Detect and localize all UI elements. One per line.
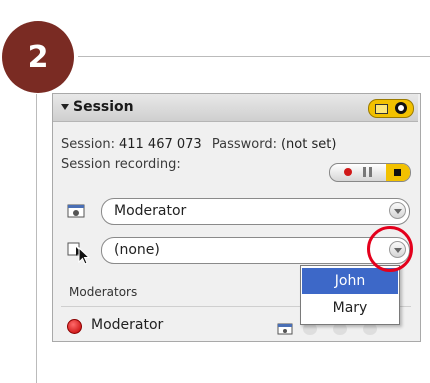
dropdown-item-john[interactable]: John: [302, 268, 398, 294]
recording-controls: [329, 163, 411, 182]
divider-line: [78, 56, 430, 57]
options-icon: [395, 102, 407, 114]
step-badge: 2: [2, 21, 74, 93]
stop-button[interactable]: [386, 164, 410, 181]
panel-title: Session: [73, 99, 134, 115]
pause-icon[interactable]: [363, 167, 372, 177]
password-label: Password:: [211, 137, 277, 152]
step-number: 2: [27, 39, 49, 75]
camera-icon: [67, 204, 85, 218]
red-dot-icon: [67, 319, 82, 334]
session-id: 411 467 073: [118, 137, 202, 152]
moderators-section-label: Moderators: [69, 285, 138, 299]
panel-header[interactable]: Session: [53, 94, 418, 122]
session-info: Session: 411 467 073 Password: (not set): [61, 137, 336, 152]
presenter-select-value: (none): [114, 242, 160, 258]
role-select[interactable]: Moderator: [101, 198, 410, 225]
dropdown-item-mary[interactable]: Mary: [302, 295, 398, 321]
camera-icon: [277, 323, 293, 335]
camera-settings-icon: [375, 104, 388, 114]
stop-icon: [394, 169, 401, 176]
pointer-icon: [78, 247, 91, 265]
highlight-circle: [367, 226, 413, 272]
presenter-select[interactable]: (none): [101, 237, 410, 264]
collapse-arrow-icon[interactable]: [61, 104, 69, 110]
record-icon[interactable]: [344, 168, 352, 176]
dropdown-menu: John Mary: [300, 265, 400, 325]
session-label: Session:: [61, 137, 115, 152]
divider-line-vertical: [36, 94, 37, 383]
chevron-down-icon[interactable]: [389, 202, 406, 219]
list-item-label: Moderator: [91, 317, 164, 333]
password-value: (not set): [280, 137, 337, 152]
panel-options-button[interactable]: [368, 99, 414, 118]
role-select-value: Moderator: [114, 203, 187, 219]
recording-label: Session recording:: [61, 157, 181, 172]
